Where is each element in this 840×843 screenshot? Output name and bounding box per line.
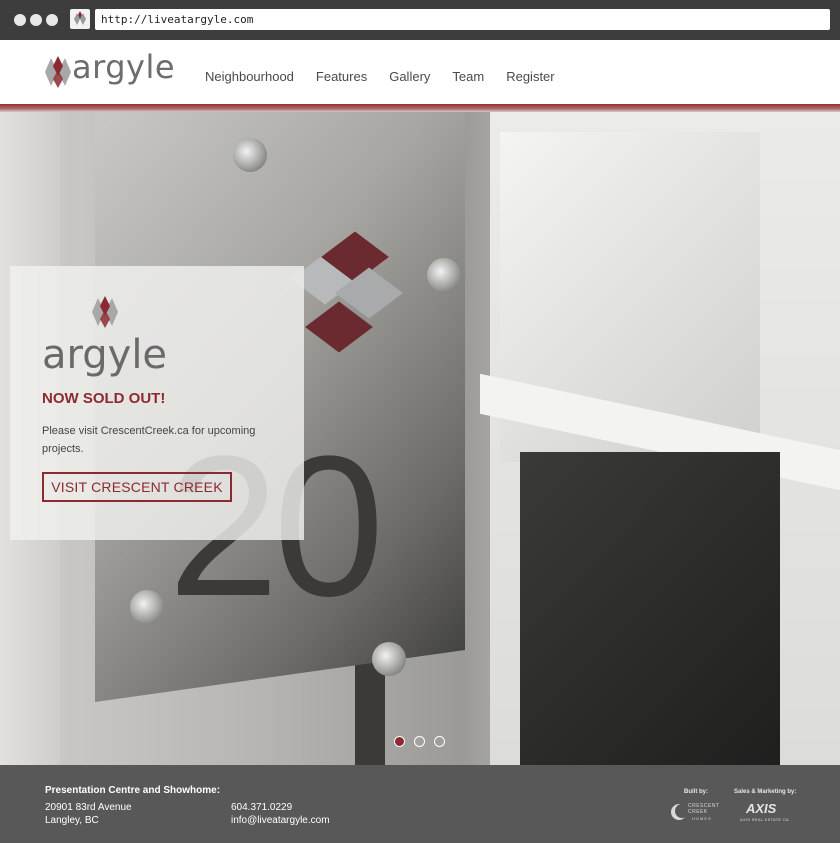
footer-email[interactable]: info@liveatargyle.com (231, 814, 330, 827)
crescent-creek-logo[interactable]: CRESCENT CREEK HOMES (670, 801, 725, 823)
carousel-dots (394, 736, 445, 747)
nav-team[interactable]: Team (452, 69, 484, 84)
builder-name: CRESCENT CREEK (688, 803, 720, 815)
argyle-diamond-icon (45, 56, 71, 88)
card-logo: argyle (42, 294, 182, 379)
window-glass-lower (520, 452, 780, 765)
footer-address-line2: Langley, BC (45, 815, 99, 826)
built-by-label: Built by: (684, 789, 708, 795)
nav-features[interactable]: Features (316, 69, 367, 84)
plate-bolt (130, 590, 164, 624)
plate-bolt (427, 258, 461, 292)
card-wordmark: argyle (42, 332, 168, 378)
address-bar[interactable]: http://liveatargyle.com (95, 9, 830, 30)
logo-wordmark: argyle (72, 48, 176, 86)
argyle-diamond-icon (92, 296, 118, 328)
window-minimize-dot[interactable] (30, 14, 42, 26)
footer-address-line1: 20901 83rd Avenue (45, 802, 132, 813)
main-nav: Neighbourhood Features Gallery Team Regi… (205, 69, 555, 84)
marketing-label: Sales & Marketing by: (734, 789, 797, 795)
favicon-icon (70, 9, 90, 29)
visit-crescent-creek-button[interactable]: VISIT CRESCENT CREEK (42, 472, 232, 502)
nav-neighbourhood[interactable]: Neighbourhood (205, 69, 294, 84)
site-footer: Presentation Centre and Showhome: 20901 … (0, 765, 840, 843)
header-accent-rule (0, 104, 840, 112)
nav-register[interactable]: Register (506, 69, 554, 84)
axis-logo[interactable]: AXIS AXIS REAL ESTATE CA (740, 801, 795, 823)
footer-label: Presentation Centre and Showhome: (45, 785, 221, 796)
builder-sub: HOMES (692, 816, 712, 821)
marketing-name: AXIS (746, 801, 777, 816)
footer-phone[interactable]: 604.371.0229 (231, 801, 292, 814)
site-header: argyle Neighbourhood Features Gallery Te… (0, 40, 840, 104)
sold-out-card: argyle NOW SOLD OUT! Please visit Cresce… (10, 266, 304, 540)
plate-diamond-icon (290, 231, 403, 372)
carousel-dot-3[interactable] (434, 736, 445, 747)
site-logo[interactable]: argyle (44, 48, 179, 90)
window-maximize-dot[interactable] (46, 14, 58, 26)
marketing-sub: AXIS REAL ESTATE CA (740, 817, 789, 822)
plate-bolt (372, 642, 406, 676)
browser-chrome: http://liveatargyle.com (0, 0, 840, 40)
plate-bolt (233, 138, 267, 172)
window-close-dot[interactable] (14, 14, 26, 26)
carousel-dot-2[interactable] (414, 736, 425, 747)
sold-out-message: Please visit CrescentCreek.ca for upcomi… (42, 425, 256, 455)
crescent-moon-icon (671, 804, 688, 820)
nav-gallery[interactable]: Gallery (389, 69, 430, 84)
sold-out-heading: NOW SOLD OUT! (42, 390, 166, 407)
hero-slideshow: 20 argyle NOW SOLD OUT! Please visit Cre… (0, 112, 840, 765)
carousel-dot-1[interactable] (394, 736, 405, 747)
